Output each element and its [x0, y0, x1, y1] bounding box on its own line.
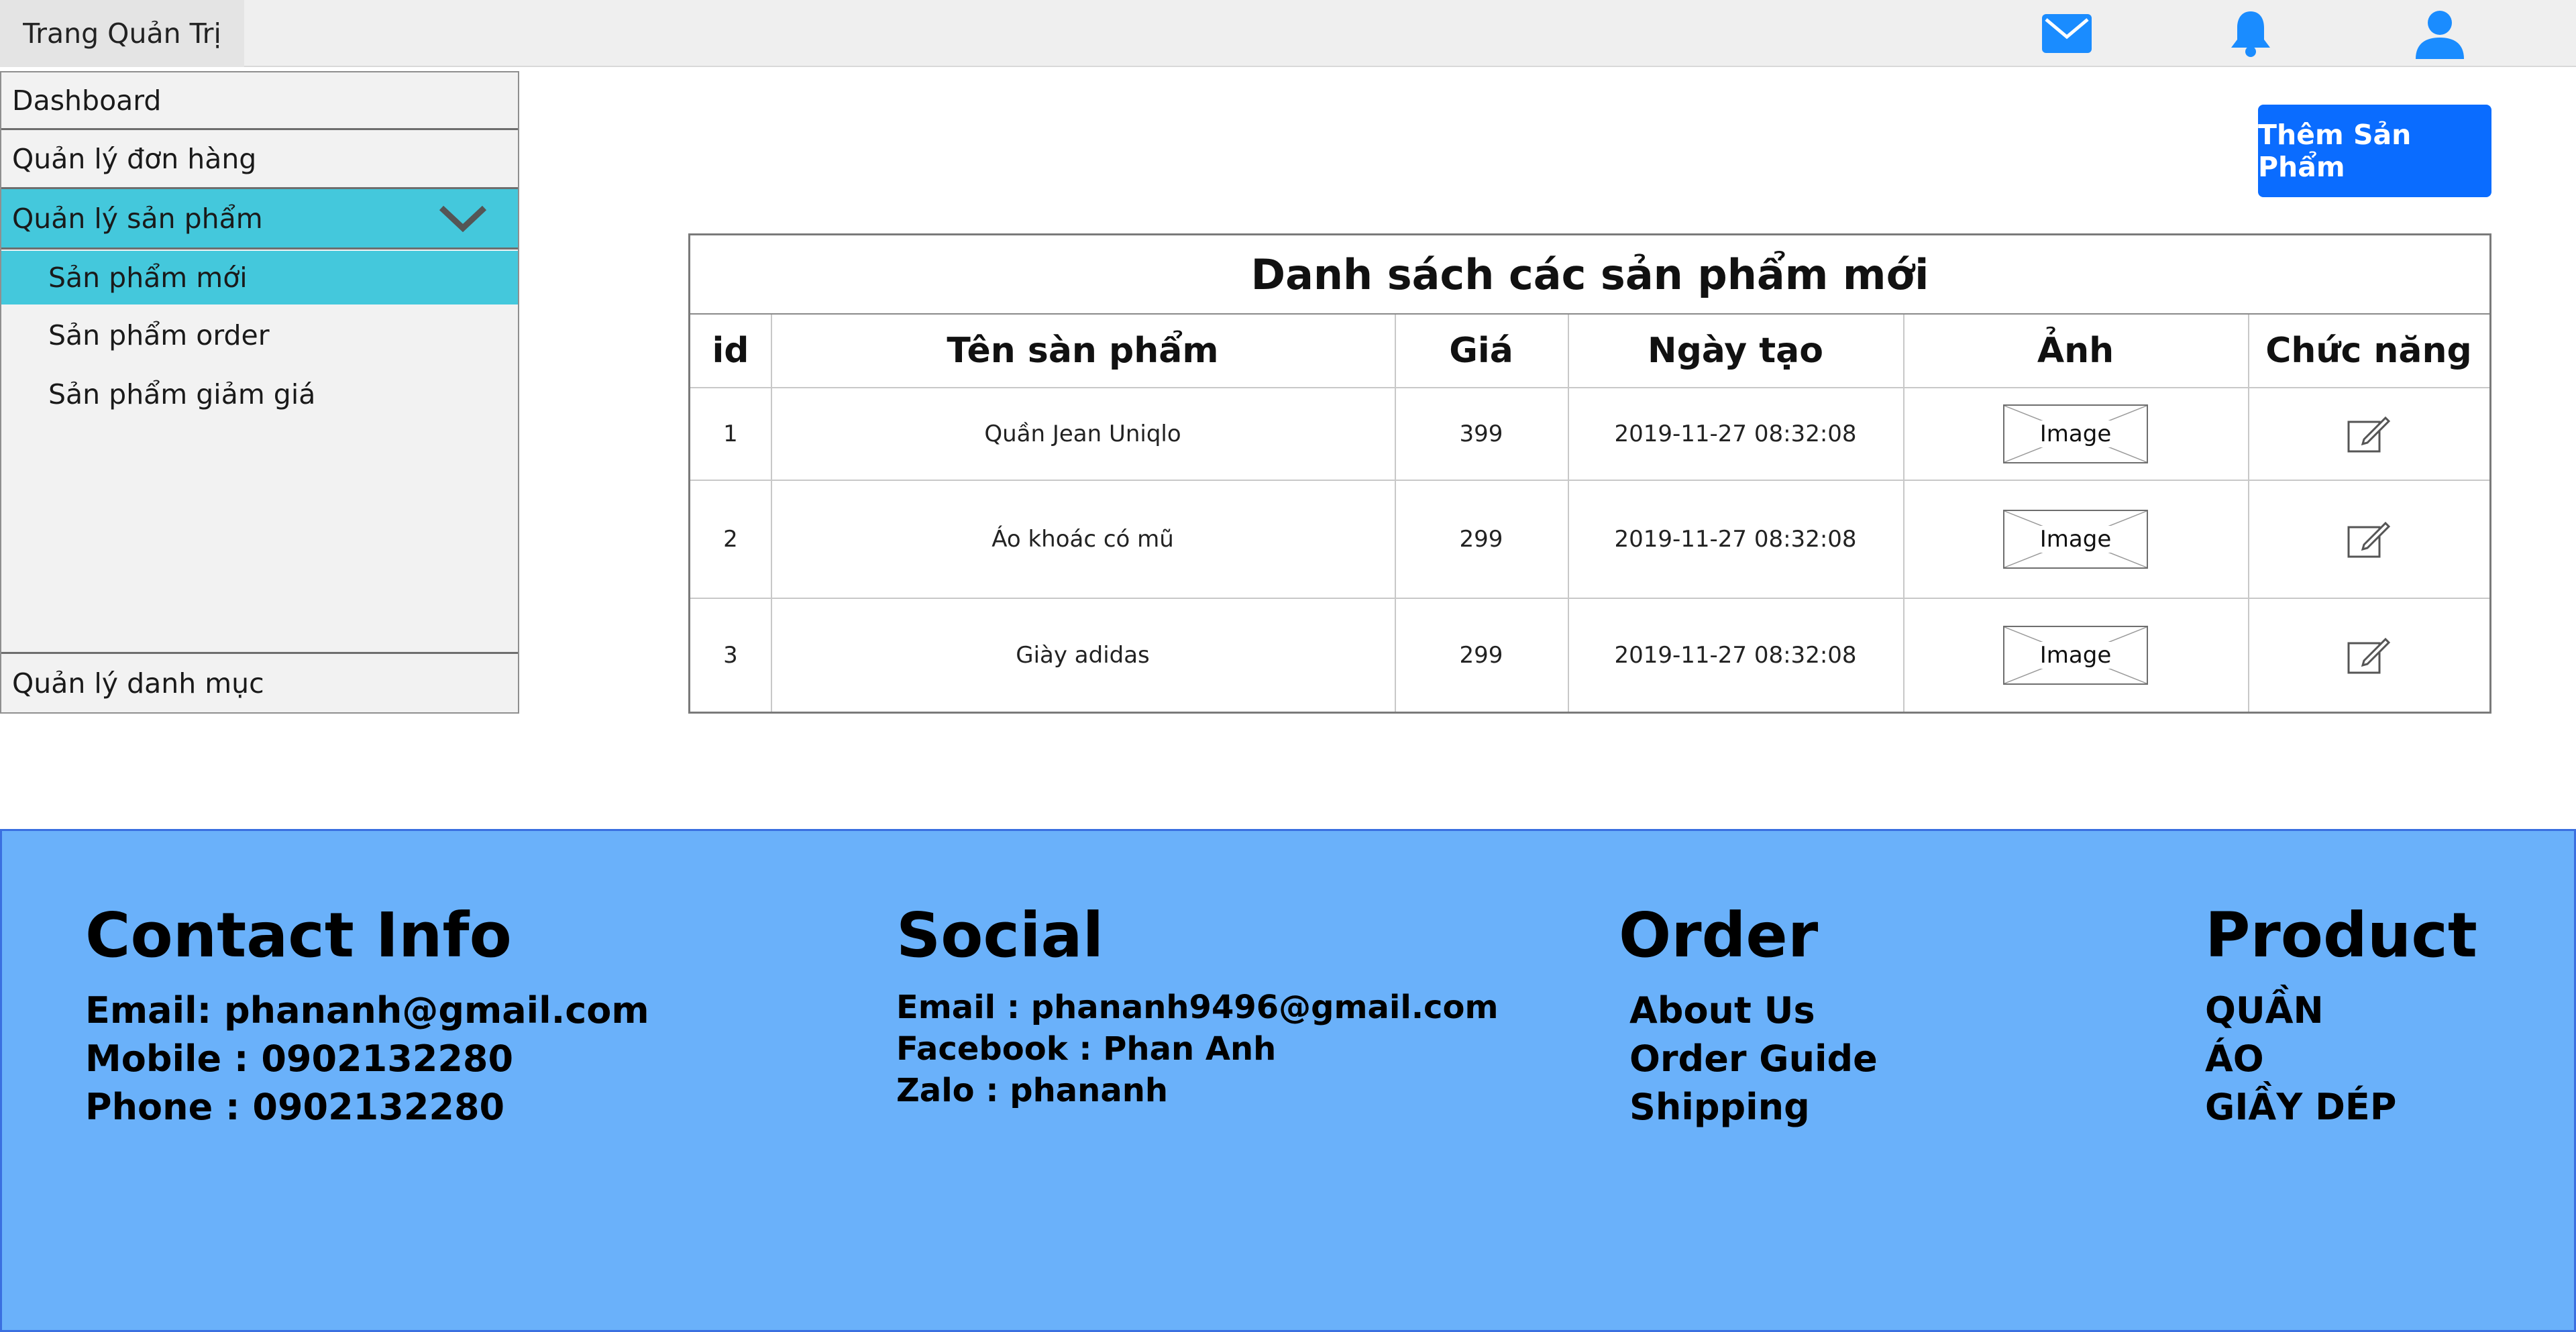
sidebar-item-label: Quản lý danh mục: [12, 667, 264, 700]
sidebar-item-products[interactable]: Quản lý sản phẩm: [1, 189, 518, 249]
column-header-image: Ảnh: [2037, 331, 2114, 371]
cell-name: Áo khoác có mũ: [991, 526, 1174, 553]
chevron-down-icon[interactable]: [439, 205, 487, 239]
image-placeholder: Image: [2003, 404, 2148, 463]
footer-product-title: Product: [2205, 899, 2477, 971]
column-header-date: Ngày tạo: [1648, 331, 1823, 371]
cell-date: 2019-11-27 08:32:08: [1614, 421, 1857, 447]
image-placeholder-label: Image: [2037, 526, 2114, 553]
edit-icon[interactable]: [2248, 388, 2489, 480]
sidebar-item-label: Quản lý đơn hàng: [12, 142, 257, 175]
footer-link-order-guide[interactable]: Order Guide: [1629, 1035, 1878, 1083]
cell-date: 2019-11-27 08:32:08: [1614, 642, 1857, 669]
table-title: Danh sách các sản phẩm mới: [690, 235, 2489, 315]
image-placeholder-label: Image: [2037, 421, 2114, 447]
column-header-name: Tên sàn phẩm: [947, 331, 1219, 371]
sidebar-item-dashboard[interactable]: Dashboard: [1, 72, 518, 130]
sidebar-subitem-new-products[interactable]: Sản phẩm mới: [1, 251, 518, 304]
footer-link-about-us[interactable]: About Us: [1629, 987, 1878, 1035]
footer: Contact Info Email: phananh@gmail.com Mo…: [0, 829, 2576, 1332]
cell-id: 2: [723, 526, 738, 553]
cell-price: 299: [1459, 526, 1503, 553]
footer-contact-mobile: Mobile : 0902132280: [85, 1038, 514, 1080]
edit-icon[interactable]: [2248, 481, 2489, 598]
sidebar-subitem-label: Sản phẩm order: [48, 319, 270, 351]
footer-social: Social Email : phananh9496@gmail.com Fac…: [896, 905, 1499, 1111]
footer-link-quan[interactable]: QUẦN: [2205, 987, 2477, 1035]
sidebar-subitem-discount-products[interactable]: Sản phẩm giảm giá: [1, 368, 518, 421]
sidebar: Dashboard Quản lý đơn hàng Quản lý sản p…: [0, 71, 519, 714]
cell-image: Image: [1903, 481, 2248, 598]
add-product-button[interactable]: Thêm Sản Phẩm: [2258, 105, 2491, 197]
column-header-actions: Chức năng: [2265, 331, 2472, 371]
mail-icon[interactable]: [2039, 9, 2094, 58]
image-placeholder: Image: [2003, 626, 2148, 685]
sidebar-item-label: Dashboard: [12, 84, 162, 117]
footer-product: Product QUẦN ÁO GIẦY DÉP: [2205, 905, 2477, 1131]
sidebar-subitem-order-products[interactable]: Sản phẩm order: [1, 309, 518, 362]
footer-contact-email: Email: phananh@gmail.com: [85, 989, 649, 1032]
footer-social-zalo[interactable]: Zalo : phananh: [896, 1070, 1499, 1111]
cell-image: Image: [1903, 388, 2248, 480]
app-title[interactable]: Trang Quản Trị: [0, 0, 244, 67]
footer-link-giay-dep[interactable]: GIẦY DÉP: [2205, 1083, 2477, 1131]
cell-image: Image: [1903, 599, 2248, 712]
column-header-id: id: [712, 331, 749, 371]
sidebar-item-label: Quản lý sản phẩm: [12, 202, 263, 235]
sidebar-subitem-label: Sản phẩm giảm giá: [48, 378, 316, 410]
top-bar: Trang Quản Trị: [0, 0, 2576, 67]
footer-order: Order About Us Order Guide Shipping: [1619, 905, 1878, 1131]
sidebar-subitem-label: Sản phẩm mới: [48, 262, 248, 294]
image-placeholder-label: Image: [2037, 642, 2114, 669]
cell-id: 3: [723, 642, 738, 669]
cell-id: 1: [723, 421, 738, 447]
sidebar-item-orders[interactable]: Quản lý đơn hàng: [1, 130, 518, 189]
footer-contact-phone: Phone : 0902132280: [85, 1086, 505, 1128]
cell-price: 299: [1459, 642, 1503, 669]
sidebar-item-categories[interactable]: Quản lý danh mục: [1, 652, 518, 712]
cell-price: 399: [1459, 421, 1503, 447]
image-placeholder: Image: [2003, 510, 2148, 569]
cell-date: 2019-11-27 08:32:08: [1614, 526, 1857, 553]
column-header-price: Giá: [1449, 331, 1513, 371]
footer-social-facebook[interactable]: Facebook : Phan Anh: [896, 1028, 1499, 1070]
footer-social-email[interactable]: Email : phananh9496@gmail.com: [896, 987, 1499, 1028]
footer-link-ao[interactable]: ÁO: [2205, 1035, 2477, 1083]
footer-order-title: Order: [1619, 899, 1819, 971]
edit-icon[interactable]: [2248, 599, 2489, 712]
user-icon[interactable]: [2412, 9, 2467, 59]
footer-social-title: Social: [896, 899, 1104, 971]
cell-name: Quần Jean Uniqlo: [984, 421, 1181, 447]
bell-icon[interactable]: [2223, 9, 2278, 58]
cell-name: Giày adidas: [1016, 642, 1150, 669]
footer-link-shipping[interactable]: Shipping: [1629, 1083, 1878, 1131]
footer-contact: Contact Info Email: phananh@gmail.com Mo…: [85, 905, 649, 1131]
products-table: Danh sách các sản phẩm mới id Tên sàn ph…: [688, 233, 2491, 714]
footer-contact-title: Contact Info: [85, 899, 512, 971]
